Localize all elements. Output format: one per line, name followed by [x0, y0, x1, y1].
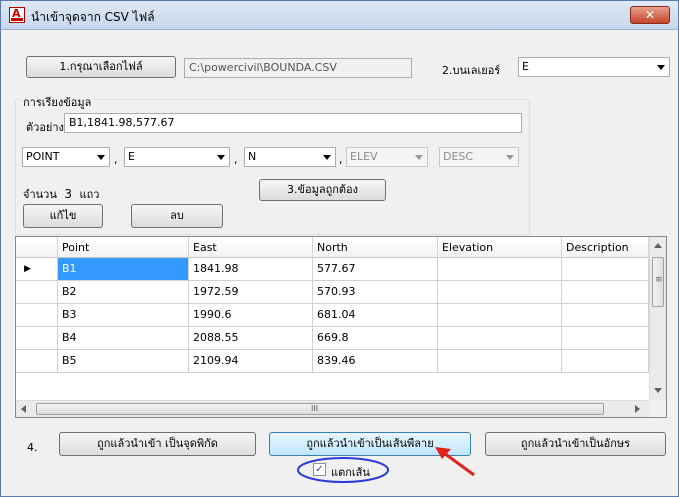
- import-csv-dialog: A นำเข้าจุดจาก CSV ไฟล์ ✕ 1.กรุณาเลือกไฟ…: [0, 0, 679, 497]
- highlight-ellipse: [297, 457, 389, 483]
- red-arrow-icon: [435, 447, 475, 477]
- annotation-overlay: [297, 447, 475, 483]
